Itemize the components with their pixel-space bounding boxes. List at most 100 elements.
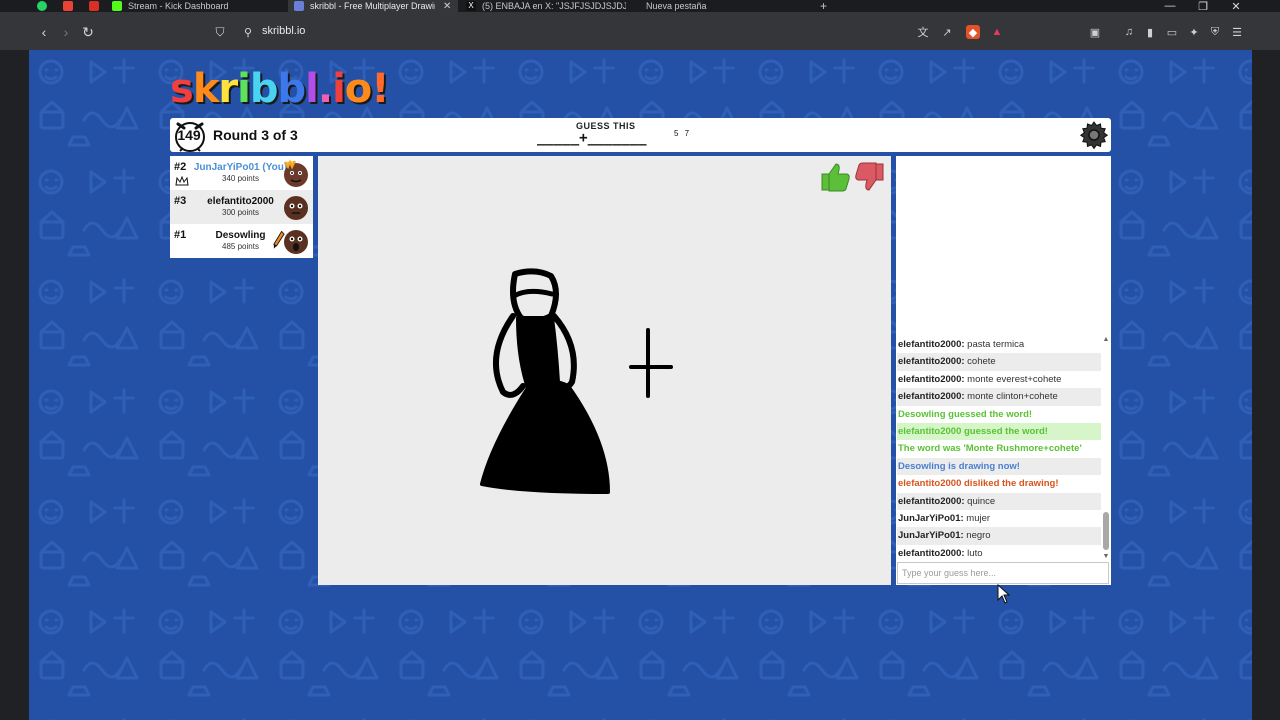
pinned-tab-whatsapp[interactable] <box>35 0 49 12</box>
player-points: 300 points <box>222 208 259 217</box>
page-gutter-left <box>0 50 29 720</box>
avatar <box>284 159 308 187</box>
avatar <box>284 230 308 254</box>
round-indicator: Round 3 of 3 <box>213 127 298 143</box>
chat-username: elefantito2000: <box>898 391 965 403</box>
gear-icon[interactable] <box>1078 119 1110 151</box>
drawing-canvas[interactable] <box>318 156 891 585</box>
browser-toolbar: ‹ › ↻ ⛉ ⚲ skribbl.io 文 ↗ ◆ ▲ ▣ ♫ ▮ ▭ ✦ ⛨… <box>0 12 1280 50</box>
url-field[interactable]: skribbl.io <box>262 25 305 37</box>
maximize-icon[interactable]: ❐ <box>1188 0 1218 13</box>
thumbs-up-icon[interactable] <box>821 163 850 192</box>
site-info-icon[interactable]: ⚲ <box>238 22 258 42</box>
word-lengths: 5 7 <box>674 129 692 138</box>
logo-letter: . <box>317 66 333 112</box>
chat-username: elefantito2000: <box>898 495 965 507</box>
chat-message: elefantito2000: quince <box>897 492 1101 510</box>
screenshot-icon[interactable]: ▣ <box>1088 25 1102 39</box>
scroll-thumb[interactable] <box>1103 512 1109 550</box>
logo-letter: s <box>170 66 194 112</box>
tab-label: skribbl - Free Multiplayer Drawin <box>310 1 435 11</box>
pinned-tab-gmail[interactable] <box>61 0 75 12</box>
tab-kick[interactable]: Stream - Kick Dashboard <box>112 0 282 12</box>
chat-message: Desowling is drawing now! <box>897 457 1101 476</box>
close-tab-icon[interactable]: ✕ <box>443 1 451 12</box>
avatar <box>284 196 308 220</box>
chat-text: quince <box>967 495 996 507</box>
chat-scrollbar[interactable]: ▲ ▼ <box>1102 336 1110 561</box>
chat-text: monte clinton+cohete <box>967 391 1058 403</box>
sidebar-icon[interactable]: ▮ <box>1143 25 1157 39</box>
timer: 149 <box>177 127 201 143</box>
logo-letter: k <box>192 66 220 112</box>
skribbl-logo: skribbl.io! <box>170 66 390 112</box>
brave-shield-icon[interactable]: ◆ <box>966 25 980 39</box>
chat-text: mujer <box>966 512 991 524</box>
chat-text: luto <box>967 547 983 559</box>
minimize-icon[interactable]: — <box>1155 0 1185 12</box>
media-icon[interactable]: ♫ <box>1122 25 1136 39</box>
chat-username: elefantito2000: <box>898 547 965 559</box>
chat-message: elefantito2000 guessed the word! <box>897 422 1101 441</box>
kick-icon <box>112 1 122 11</box>
player-rank: #3 <box>174 195 187 207</box>
chat-username: elefantito2000: <box>898 373 965 385</box>
tab-skribbl[interactable]: skribbl - Free Multiplayer Drawin ✕ <box>288 0 458 12</box>
translate-icon[interactable]: 文 <box>916 25 930 39</box>
logo-letter: l <box>305 66 319 112</box>
vpn-icon[interactable]: ⛨ <box>1208 25 1222 39</box>
logo-letter: i <box>332 66 346 112</box>
player-row[interactable]: #3 elefantito2000 300 points <box>170 190 313 224</box>
brave-rewards-icon[interactable]: ▲ <box>990 25 1004 39</box>
player-points: 340 points <box>222 174 259 183</box>
player-row[interactable]: #2 JunJarYiPo01 (You) 340 points <box>170 156 313 190</box>
player-rank: #1 <box>174 229 187 241</box>
scroll-down-icon[interactable]: ▼ <box>1102 553 1110 561</box>
share-icon[interactable]: ↗ <box>940 25 954 39</box>
chat-message: JunJarYiPo01: negro <box>897 527 1101 545</box>
pinned-tab-gmail-2[interactable] <box>87 0 101 12</box>
chat-username: elefantito2000: <box>898 356 965 368</box>
chat-message: The word was 'Monte Rushmore+cohete' <box>897 440 1101 457</box>
logo-letter: b <box>249 66 279 112</box>
logo-letter: i <box>237 66 251 112</box>
skribbl-icon <box>294 1 304 11</box>
tab-new[interactable]: Nueva pestaña <box>646 0 796 12</box>
chat-text: monte everest+cohete <box>967 373 1062 385</box>
chat-text: Desowling guessed the word! <box>898 408 1033 420</box>
page-gutter-right <box>1252 50 1280 720</box>
close-window-icon[interactable]: ✕ <box>1221 0 1251 13</box>
chat-text: elefantito2000 guessed the word! <box>898 425 1048 437</box>
player-list: #2 JunJarYiPo01 (You) 340 points #3 elef… <box>170 156 313 258</box>
menu-icon[interactable]: ☰ <box>1230 25 1244 39</box>
tab-label: Stream - Kick Dashboard <box>128 1 229 11</box>
x-icon: X <box>466 1 476 11</box>
chat-messages[interactable]: elefantito2000: pasta termica elefantito2… <box>897 336 1101 561</box>
chat-message: JunJarYiPo01: mujer <box>897 510 1101 527</box>
chat-text: elefantito2000 disliked the drawing! <box>898 478 1059 490</box>
wallet-icon[interactable]: ▭ <box>1165 25 1179 39</box>
new-tab-icon[interactable]: + <box>820 0 834 12</box>
back-icon[interactable]: ‹ <box>34 22 54 42</box>
chat-username: elefantito2000: <box>898 339 965 350</box>
chat-message: elefantito2000: luto <box>897 545 1101 561</box>
thumbs-down-icon[interactable] <box>855 162 884 191</box>
reload-icon[interactable]: ↻ <box>78 22 98 42</box>
forward-icon[interactable]: › <box>56 22 76 42</box>
bookmark-icon[interactable]: ⛉ <box>210 22 230 42</box>
tab-bar: Stream - Kick Dashboard skribbl - Free M… <box>0 0 1280 13</box>
chat-message: elefantito2000: pasta termica <box>897 336 1101 353</box>
chat-message: Desowling guessed the word! <box>897 406 1101 423</box>
crown-icon <box>175 176 189 186</box>
scroll-up-icon[interactable]: ▲ <box>1102 336 1110 344</box>
leo-icon[interactable]: ✦ <box>1187 25 1201 39</box>
chat-message: elefantito2000: cohete <box>897 353 1101 371</box>
player-rank: #2 <box>174 161 187 173</box>
player-row[interactable]: #1 Desowling 485 points <box>170 224 313 258</box>
chat-message: elefantito2000: monte everest+cohete <box>897 371 1101 388</box>
logo-letter: b <box>277 66 307 112</box>
guess-input[interactable] <box>897 562 1109 584</box>
logo-letter: o <box>344 66 373 112</box>
tab-x[interactable]: X (5) ENBAJA en X: "JSJFJSJDJSJDJ QUE <box>466 0 626 12</box>
chat-panel: elefantito2000: pasta termica elefantito2… <box>896 156 1111 585</box>
